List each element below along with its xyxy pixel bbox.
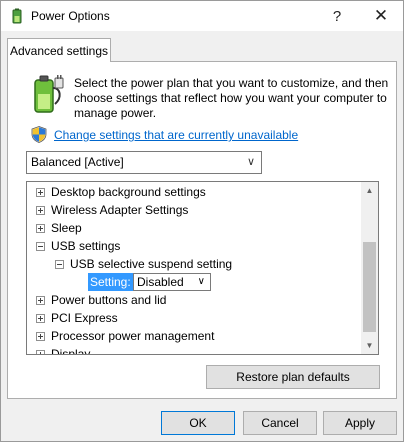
chevron-down-icon: ∨ — [246, 156, 255, 168]
tree-item-label: Display — [51, 347, 91, 355]
change-settings-link[interactable]: Change settings that are currently unava… — [54, 128, 298, 142]
chevron-down-icon: ∨ — [197, 276, 205, 287]
uac-shield-icon — [31, 126, 47, 143]
collapse-icon[interactable] — [36, 242, 45, 251]
ok-button[interactable]: OK — [161, 411, 235, 435]
advanced-settings-panel: Select the power plan that you want to c… — [7, 61, 397, 399]
tree-item-label: PCI Express — [51, 311, 118, 325]
tree-item-label: USB settings — [51, 239, 121, 253]
scroll-thumb[interactable] — [363, 242, 376, 332]
title-bar[interactable]: Power Options ? ✕ — [1, 1, 403, 31]
tree-item-label: Wireless Adapter Settings — [51, 203, 189, 217]
close-button[interactable]: ✕ — [359, 1, 403, 31]
scroll-up-icon[interactable]: ▲ — [361, 182, 378, 199]
settings-tree[interactable]: Desktop background settings Wireless Ada… — [26, 181, 379, 355]
help-button[interactable]: ? — [315, 1, 359, 31]
setting-dropdown[interactable]: Disabled ∨ — [133, 273, 211, 291]
description-text: Select the power plan that you want to c… — [74, 76, 389, 120]
scroll-down-icon[interactable]: ▼ — [361, 337, 378, 354]
tab-advanced-settings[interactable]: Advanced settings — [7, 38, 111, 62]
tree-item-label: Desktop background settings — [51, 185, 206, 199]
expand-icon[interactable] — [36, 188, 45, 197]
cancel-button[interactable]: Cancel — [243, 411, 317, 435]
collapse-icon[interactable] — [55, 260, 64, 269]
power-options-window: Power Options ? ✕ Advanced settings Sele… — [0, 0, 404, 442]
setting-label: Setting: — [88, 273, 133, 291]
power-plan-value: Balanced [Active] — [31, 155, 124, 169]
window-title: Power Options — [31, 9, 110, 23]
tree-item-label: Processor power management — [51, 329, 215, 343]
power-options-icon — [12, 8, 22, 24]
setting-row: Setting: Disabled ∨ — [27, 273, 227, 291]
apply-button[interactable]: Apply — [323, 411, 397, 435]
expand-icon[interactable] — [36, 314, 45, 323]
expand-icon[interactable] — [36, 206, 45, 215]
battery-plug-icon — [34, 75, 64, 113]
expand-icon[interactable] — [36, 296, 45, 305]
expand-icon[interactable] — [36, 350, 45, 354]
expand-icon[interactable] — [36, 224, 45, 233]
restore-plan-defaults-button[interactable]: Restore plan defaults — [206, 365, 380, 389]
tree-item-label: Sleep — [51, 221, 82, 235]
tree-item-label: Power buttons and lid — [51, 293, 167, 307]
expand-icon[interactable] — [36, 332, 45, 341]
tree-item-label: USB selective suspend setting — [70, 257, 233, 271]
power-plan-dropdown[interactable]: Balanced [Active] ∨ — [26, 151, 262, 174]
setting-value: Disabled — [137, 275, 184, 289]
vertical-scrollbar[interactable]: ▲ ▼ — [361, 182, 378, 354]
